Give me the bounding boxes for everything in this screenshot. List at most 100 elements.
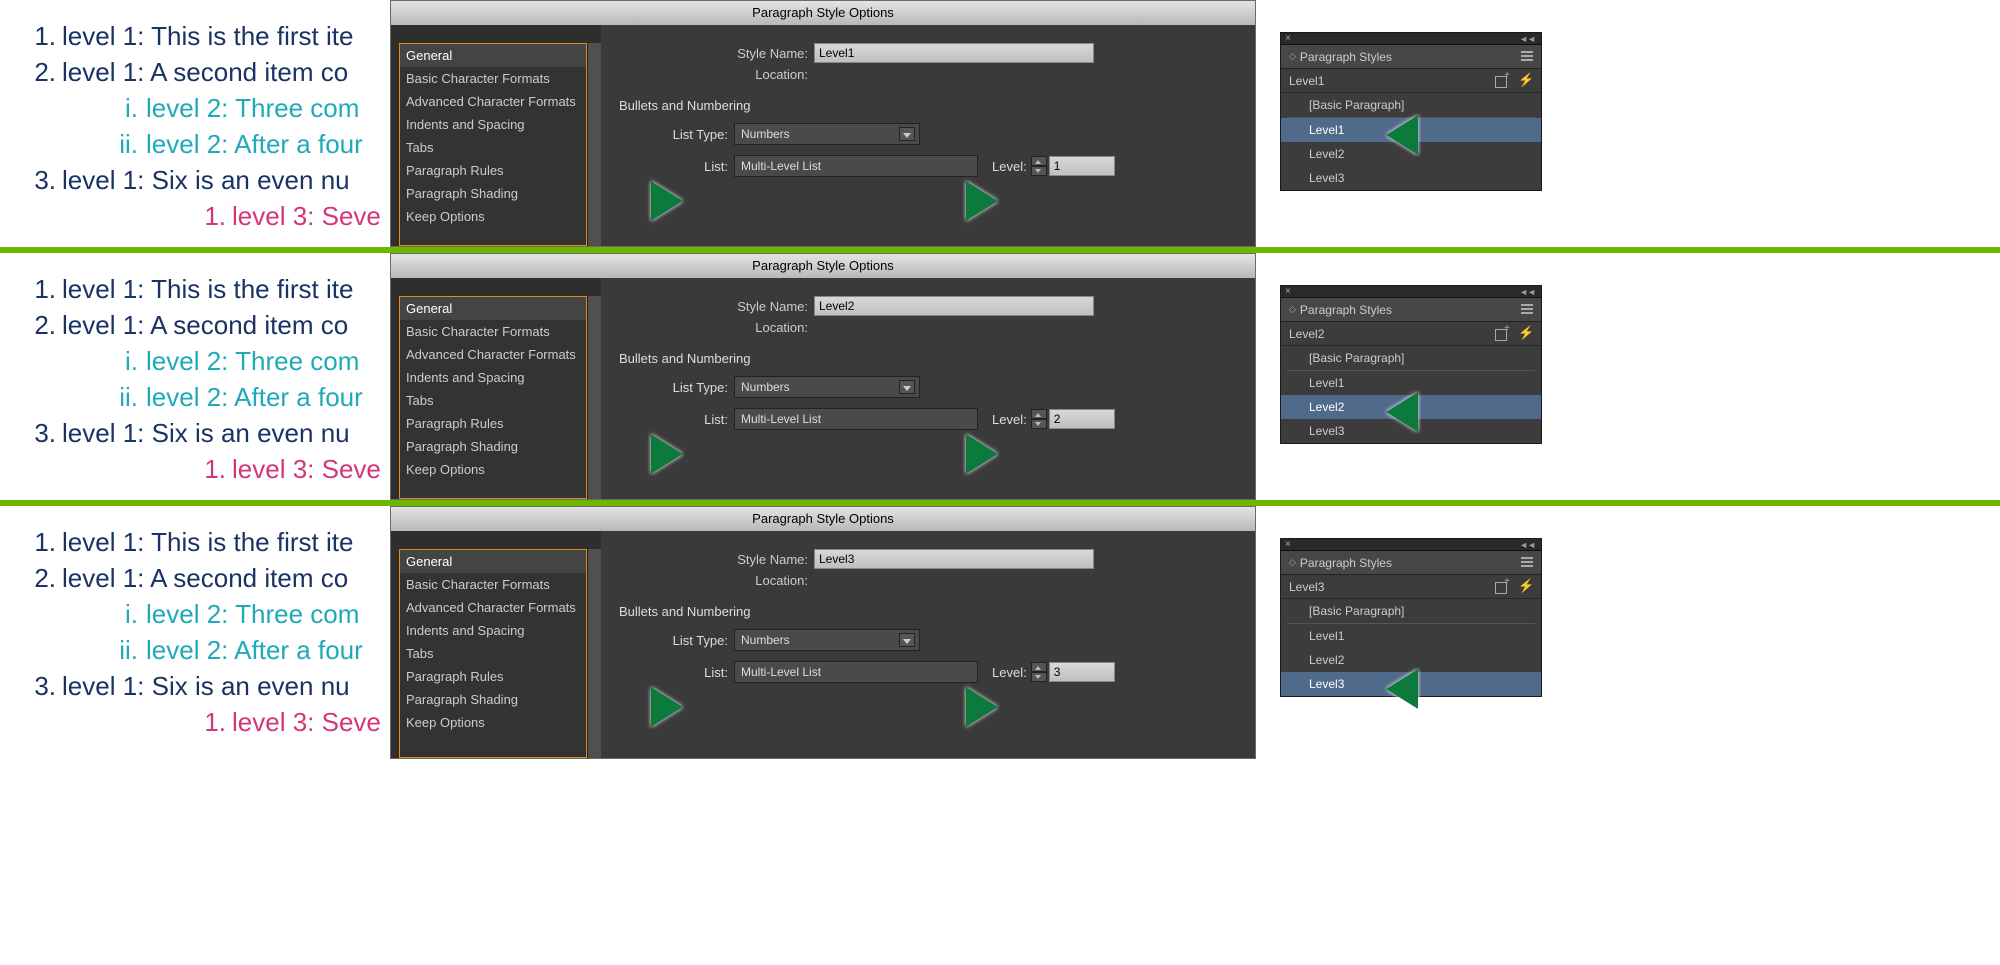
- scrollbar[interactable]: [587, 296, 601, 499]
- style-row[interactable]: Level1: [1281, 624, 1541, 648]
- level-stepper[interactable]: [1031, 662, 1047, 682]
- category-list[interactable]: GeneralBasic Character FormatsAdvanced C…: [399, 43, 587, 246]
- style-row[interactable]: Level2: [1281, 142, 1541, 166]
- list-type-dropdown[interactable]: Numbers: [734, 629, 920, 651]
- new-style-icon[interactable]: [1493, 579, 1509, 595]
- list-number: 1.: [190, 704, 226, 740]
- category-item[interactable]: Indents and Spacing: [400, 113, 586, 136]
- style-name-field[interactable]: Level2: [814, 296, 1094, 316]
- style-row[interactable]: Level2: [1281, 395, 1541, 419]
- category-item[interactable]: General: [400, 297, 586, 320]
- style-row[interactable]: Level3: [1281, 672, 1541, 696]
- category-item[interactable]: Keep Options: [400, 458, 586, 481]
- dialog-title: Paragraph Style Options: [391, 1, 1255, 25]
- style-row[interactable]: Level3: [1281, 166, 1541, 190]
- quick-apply-icon[interactable]: [1517, 73, 1533, 89]
- paragraph-style-options-dialog: Paragraph Style OptionsGeneralBasic Char…: [390, 253, 1256, 500]
- list-text: level 2: After a four: [146, 635, 363, 665]
- paragraph-styles-panel: ×◄◄◇Paragraph StylesLevel2[Basic Paragra…: [1280, 285, 1542, 444]
- close-icon[interactable]: ×: [1285, 539, 1291, 550]
- category-list[interactable]: GeneralBasic Character FormatsAdvanced C…: [399, 549, 587, 758]
- list-number: 1.: [20, 524, 56, 560]
- chevron-down-icon[interactable]: [899, 380, 915, 394]
- quick-apply-icon[interactable]: [1517, 579, 1533, 595]
- panel-title: Paragraph Styles: [1300, 556, 1392, 570]
- style-name-field[interactable]: Level3: [814, 549, 1094, 569]
- document-text: 1.level 1: This is the first ite2.level …: [20, 18, 381, 234]
- chevron-down-icon[interactable]: [899, 127, 915, 141]
- scrollbar[interactable]: [587, 43, 601, 246]
- section-title: Bullets and Numbering: [619, 351, 1237, 366]
- category-item[interactable]: Paragraph Shading: [400, 688, 586, 711]
- style-row[interactable]: [Basic Paragraph]: [1281, 93, 1541, 117]
- level-stepper[interactable]: [1031, 409, 1047, 429]
- style-row[interactable]: Level1: [1281, 371, 1541, 395]
- new-style-icon[interactable]: [1493, 73, 1509, 89]
- panel-menu-icon[interactable]: [1519, 49, 1537, 63]
- list-text: level 1: This is the first ite: [62, 21, 353, 51]
- list-type-label: List Type:: [619, 127, 734, 142]
- list-dropdown[interactable]: Multi-Level List: [734, 408, 978, 430]
- category-item[interactable]: Tabs: [400, 642, 586, 665]
- style-row[interactable]: Level3: [1281, 419, 1541, 443]
- style-row[interactable]: [Basic Paragraph]: [1281, 346, 1541, 370]
- chevron-down-icon[interactable]: [899, 633, 915, 647]
- close-icon[interactable]: ×: [1285, 286, 1291, 297]
- panel-menu-icon[interactable]: [1519, 302, 1537, 316]
- location-label: Location:: [619, 573, 814, 588]
- category-item[interactable]: Indents and Spacing: [400, 619, 586, 642]
- category-item[interactable]: Keep Options: [400, 711, 586, 734]
- collapse-icon[interactable]: ◄◄: [1519, 540, 1535, 550]
- category-item[interactable]: Advanced Character Formats: [400, 596, 586, 619]
- category-list[interactable]: GeneralBasic Character FormatsAdvanced C…: [399, 296, 587, 499]
- style-name-label: Style Name:: [619, 46, 814, 61]
- category-item[interactable]: Keep Options: [400, 205, 586, 228]
- quick-apply-icon[interactable]: [1517, 326, 1533, 342]
- level-stepper[interactable]: [1031, 156, 1047, 176]
- panel-menu-icon[interactable]: [1519, 555, 1537, 569]
- category-item[interactable]: Paragraph Rules: [400, 412, 586, 435]
- list-text: level 1: Six is an even nu: [62, 671, 350, 701]
- list-number: 1.: [190, 451, 226, 487]
- category-item[interactable]: Paragraph Rules: [400, 665, 586, 688]
- close-icon[interactable]: ×: [1285, 33, 1291, 44]
- scrollbar[interactable]: [587, 549, 601, 758]
- category-item[interactable]: General: [400, 44, 586, 67]
- list-type-dropdown[interactable]: Numbers: [734, 376, 920, 398]
- category-item[interactable]: Indents and Spacing: [400, 366, 586, 389]
- list-type-label: List Type:: [619, 633, 734, 648]
- list-text: level 2: After a four: [146, 129, 363, 159]
- style-row[interactable]: [Basic Paragraph]: [1281, 599, 1541, 623]
- new-style-icon[interactable]: [1493, 326, 1509, 342]
- category-item[interactable]: Paragraph Shading: [400, 435, 586, 458]
- chevron-icon[interactable]: ◇: [1289, 557, 1296, 568]
- style-row[interactable]: Level1: [1281, 118, 1541, 142]
- list-dropdown[interactable]: Multi-Level List: [734, 155, 978, 177]
- collapse-icon[interactable]: ◄◄: [1519, 287, 1535, 297]
- level-label: Level:: [992, 159, 1027, 174]
- style-name-field[interactable]: Level1: [814, 43, 1094, 63]
- category-item[interactable]: Paragraph Rules: [400, 159, 586, 182]
- category-item[interactable]: Basic Character Formats: [400, 573, 586, 596]
- list-number: ii.: [110, 379, 138, 415]
- list-dropdown[interactable]: Multi-Level List: [734, 661, 978, 683]
- list-text: level 2: Three com: [146, 599, 359, 629]
- category-item[interactable]: Paragraph Shading: [400, 182, 586, 205]
- category-item[interactable]: Advanced Character Formats: [400, 90, 586, 113]
- collapse-icon[interactable]: ◄◄: [1519, 34, 1535, 44]
- list-type-dropdown[interactable]: Numbers: [734, 123, 920, 145]
- category-item[interactable]: Basic Character Formats: [400, 67, 586, 90]
- category-item[interactable]: General: [400, 550, 586, 573]
- category-item[interactable]: Basic Character Formats: [400, 320, 586, 343]
- paragraph-styles-panel: ×◄◄◇Paragraph StylesLevel1[Basic Paragra…: [1280, 32, 1542, 191]
- chevron-icon[interactable]: ◇: [1289, 304, 1296, 315]
- chevron-icon[interactable]: ◇: [1289, 51, 1296, 62]
- category-item[interactable]: Tabs: [400, 389, 586, 412]
- level-field[interactable]: 1: [1049, 156, 1115, 176]
- category-item[interactable]: Tabs: [400, 136, 586, 159]
- level-field[interactable]: 2: [1049, 409, 1115, 429]
- category-item[interactable]: Advanced Character Formats: [400, 343, 586, 366]
- list-number: 1.: [20, 18, 56, 54]
- style-row[interactable]: Level2: [1281, 648, 1541, 672]
- level-field[interactable]: 3: [1049, 662, 1115, 682]
